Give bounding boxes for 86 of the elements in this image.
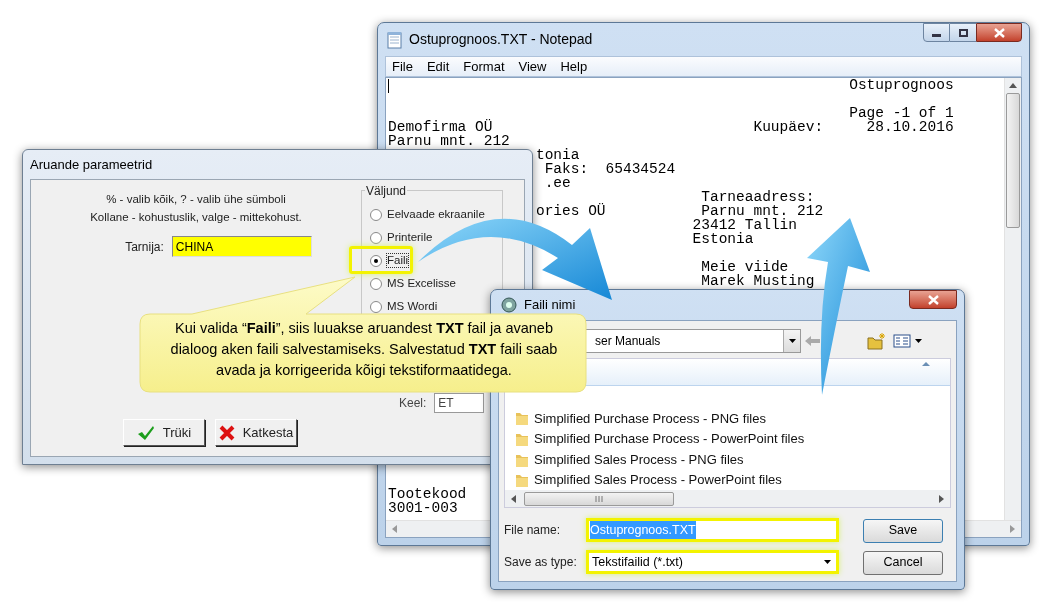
report-text: Page -1 of 1 [849,105,954,121]
radio-button[interactable] [370,277,382,290]
checkmark-icon [136,424,155,441]
hint-text: % - valib kõik, ? - valib ühe sümboli [106,192,286,207]
folder-name: Simplified Sales Process - PowerPoint files [534,471,782,490]
field-label: File name: [504,522,562,539]
report-text: tonia [535,147,580,163]
folder-icon [515,472,529,489]
menu-item[interactable]: Help [557,56,591,77]
folder-name: Simplified Purchase Process - PNG files [534,409,766,428]
view-menu-icon[interactable] [893,334,923,348]
dropdown-button[interactable] [783,330,800,352]
dialog-icon [500,296,518,314]
back-arrow-icon[interactable] [805,335,820,347]
field-label: Save as type: [504,554,578,571]
radio-label[interactable]: Faili [387,254,409,267]
folder-name: Simplified Purchase Process - PowerPoint files [534,430,805,449]
report-text: Tarneaadress: [701,189,815,205]
menu-item[interactable]: Edit [423,56,453,77]
dialog-button[interactable]: Cancel [863,550,943,575]
caret-icon [788,339,796,343]
folder-item[interactable]: Simplified Sales Process - PowerPoint files [505,469,950,491]
report-text: 28.10.2016 [866,119,954,135]
report-text: Meie viide [701,259,789,275]
field-label: Keel: [399,395,427,412]
cross-icon [218,424,235,441]
field-label: Tarnija: [125,238,164,256]
report-text: 23412 Tallin [692,217,797,233]
folder-item[interactable]: Simplified Purchase Process - PNG files [505,408,950,429]
supplier-field[interactable]: CHINA [171,236,312,257]
menu-item[interactable]: View [515,56,550,77]
folder-item[interactable]: Simplified Sales Process - PNG files [505,449,950,470]
window-title: Aruande parameetrid [30,155,153,174]
report-text: Marek Musting [701,273,815,289]
report-text: ories OÜ [535,203,606,219]
folder-name: Simplified Sales Process - PNG files [534,450,744,469]
file-type-dropdown[interactable]: Tekstifailid (*.txt) [586,550,839,574]
report-text: Parnu mnt. 212 [701,203,824,219]
highlight-frame [349,246,413,274]
report-text: Faks: 65434524 [544,161,676,177]
close-icon [927,294,939,305]
report-text: Demofirma OÜ [388,119,493,135]
folder-item[interactable]: Simplified Purchase Process - PowerPoint files [505,428,950,450]
close-button[interactable] [976,23,1022,42]
menu-item[interactable]: File [389,56,416,77]
scrollbar-thumb[interactable] [1006,93,1020,228]
radio-button[interactable] [370,208,382,221]
radio-button[interactable] [370,254,382,267]
horizontal-scrollbar[interactable] [505,490,950,508]
radio-label[interactable]: Printerile [387,231,433,244]
hint-text: Kollane - kohustuslik, valge - mittekohust. [90,210,302,225]
window-title: Ostuprognoos.TXT - Notepad [409,30,593,49]
report-text: 3001-003 [388,500,458,516]
radio-label[interactable]: Eelvaade ekraanile [387,208,485,221]
maximize-button[interactable] [950,23,976,42]
report-text: Parnu mnt. 212 [388,133,510,149]
vertical-scrollbar[interactable] [1004,78,1021,520]
caret-icon [824,560,831,564]
sort-arrow-icon [922,362,930,366]
language-field[interactable]: ET [434,393,485,413]
grip-icon [595,495,603,502]
report-text: Tootekood [388,486,467,502]
dialog-button[interactable]: Trüki [123,419,205,446]
notepad-icon [387,30,403,49]
report-text: Kuupäev: [753,119,824,135]
folder-icon [515,410,529,427]
new-folder-icon[interactable] [867,332,887,350]
scroll-right-icon[interactable] [939,494,944,503]
window-title: Faili nimi [524,296,576,315]
close-button[interactable] [909,290,957,309]
dialog-button[interactable]: Katkesta [215,419,297,446]
radio-button[interactable] [370,231,382,244]
minimize-button[interactable] [923,23,950,42]
report-text: .ee [544,175,571,191]
report-text: Estonia [692,231,754,247]
scrollbar-thumb[interactable] [524,491,674,506]
menu-item[interactable]: Format [460,56,508,77]
close-icon [993,27,1005,38]
radio-label[interactable]: MS Wordi [387,300,438,313]
scroll-left-icon[interactable] [511,494,516,503]
report-text: Ostuprognoos [849,77,954,93]
scroll-up-icon[interactable] [1009,83,1017,88]
radio-button[interactable] [370,300,382,313]
text-cursor [388,79,389,93]
radio-label[interactable]: MS Excelisse [387,277,457,290]
dialog-button[interactable]: Save [863,518,943,543]
